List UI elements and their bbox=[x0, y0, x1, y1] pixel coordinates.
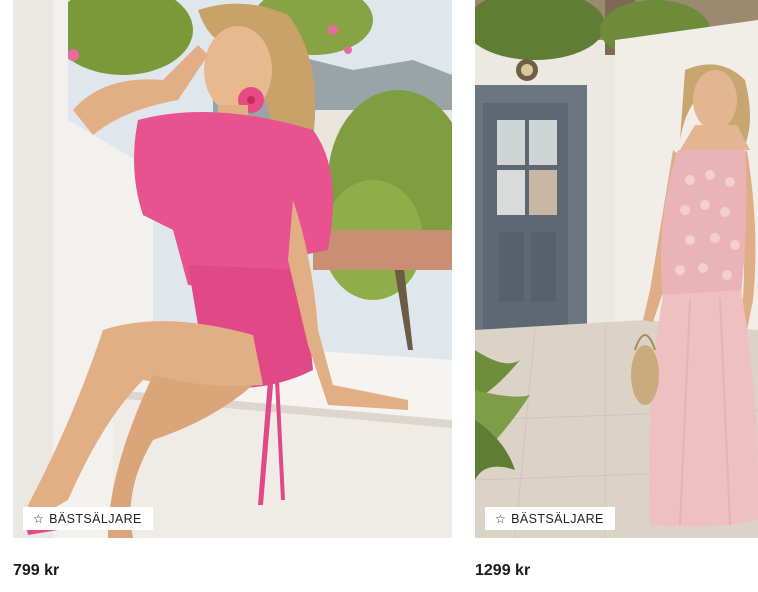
badge-label: BÄSTSÄLJARE bbox=[511, 511, 604, 526]
star-outline-icon: ☆ bbox=[495, 511, 507, 526]
bestseller-badge: ☆ BÄSTSÄLJARE bbox=[485, 507, 615, 530]
product-image[interactable]: ☆ BÄSTSÄLJARE bbox=[475, 0, 758, 538]
badge-label: BÄSTSÄLJARE bbox=[49, 511, 142, 526]
product-price: 799 kr bbox=[13, 562, 60, 579]
product-photo-lace-maxi-dress bbox=[475, 0, 758, 538]
product-price: 1299 kr bbox=[475, 562, 531, 579]
bestseller-badge: ☆ BÄSTSÄLJARE bbox=[23, 507, 153, 530]
product-card[interactable]: ☆ BÄSTSÄLJARE 1299 kr bbox=[475, 0, 758, 579]
product-card[interactable]: ☆ BÄSTSÄLJARE 799 kr bbox=[13, 0, 452, 579]
product-photo-pink-dress bbox=[13, 0, 452, 538]
product-image[interactable]: ☆ BÄSTSÄLJARE bbox=[13, 0, 452, 538]
star-outline-icon: ☆ bbox=[33, 511, 45, 526]
